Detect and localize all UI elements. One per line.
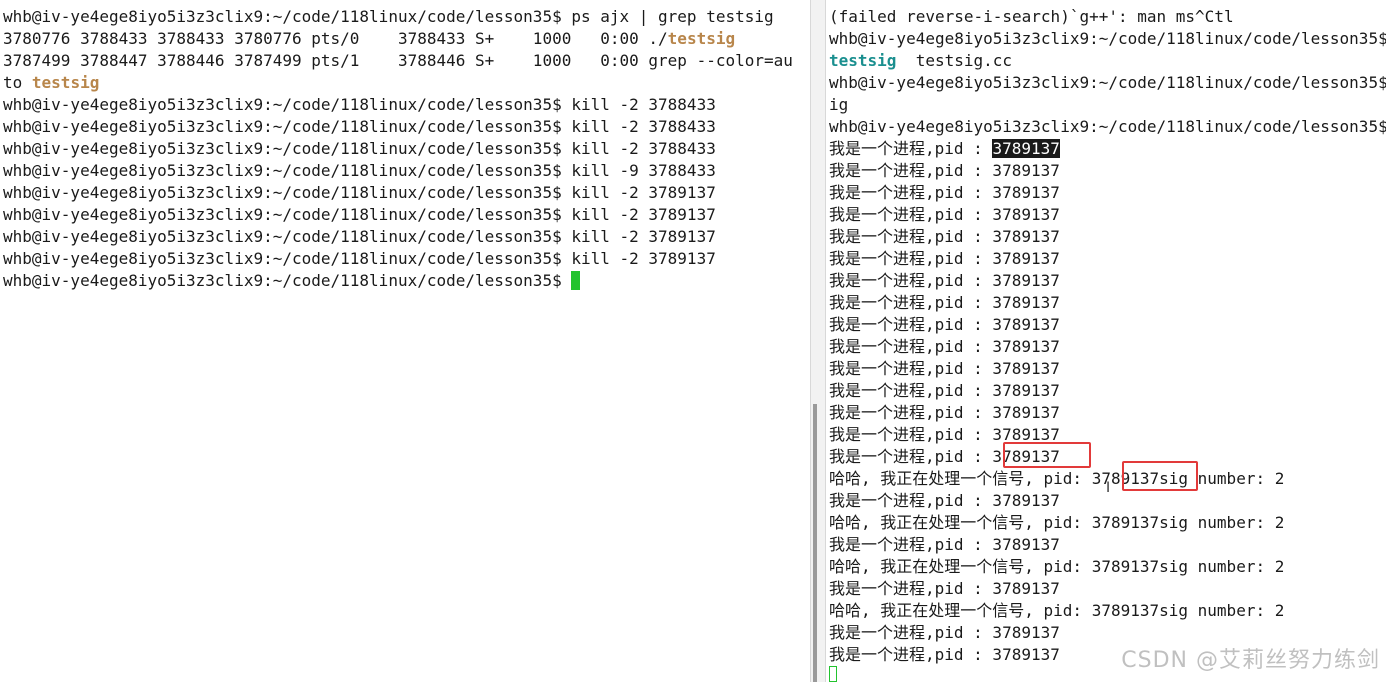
output-line: 我是一个进程,pid : 3789137	[829, 292, 1386, 314]
line-text: 我是一个进程,pid : 3789137	[829, 293, 1060, 312]
output-line: 我是一个进程,pid : 3789137	[829, 270, 1386, 292]
prompt-line: whb@iv-ye4ege8iyo5i3z3clix9:~/code/118li…	[3, 270, 793, 292]
line-text: ig	[829, 95, 849, 114]
line-text: 我是一个进程,pid : 3789137	[829, 425, 1060, 444]
output-line: 哈哈, 我正在处理一个信号, pid: 3789137sig number: 2	[829, 512, 1386, 534]
scrollbar-thumb[interactable]	[813, 404, 817, 682]
line-text: 我是一个进程,pid : 3789137	[829, 337, 1060, 356]
output-line: 我是一个进程,pid : 3789137	[829, 336, 1386, 358]
line-text: 我是一个进程,pid : 3789137	[829, 271, 1060, 290]
terminal-line: ig	[829, 94, 1386, 116]
line-text: 我是一个进程,pid : 3789137	[829, 183, 1060, 202]
output-line: 我是一个进程,pid : 3789137	[829, 578, 1386, 600]
output-line: 我是一个进程,pid : 3789137	[829, 314, 1386, 336]
output-line: 我是一个进程,pid : 3789137	[829, 160, 1386, 182]
terminal-line: whb@iv-ye4ege8iyo5i3z3clix9:~/code/118li…	[3, 182, 793, 204]
line-text: 我是一个进程,pid : 3789137	[829, 205, 1060, 224]
line-text: whb@iv-ye4ege8iyo5i3z3clix9:~/code/118li…	[3, 249, 716, 268]
line-text: whb@iv-ye4ege8iyo5i3z3clix9:~/code/118li…	[3, 183, 716, 202]
left-terminal-output: whb@iv-ye4ege8iyo5i3z3clix9:~/code/118li…	[3, 6, 793, 292]
line-text: 我是一个进程,pid : 3789137	[829, 623, 1060, 642]
line-text: 我是一个进程,pid : 3789137	[829, 535, 1060, 554]
terminal-line: whb@iv-ye4ege8iyo5i3z3clix9:~/code/118li…	[3, 116, 793, 138]
line-text: 我是一个进程,pid : 3789137	[829, 579, 1060, 598]
output-line: 我是一个进程,pid : 3789137	[829, 446, 1386, 468]
line-text: whb@iv-ye4ege8iyo5i3z3clix9:~/code/118li…	[829, 117, 1386, 136]
output-line: 哈哈, 我正在处理一个信号, pid: 3789137sig number: 2	[829, 600, 1386, 622]
line-text: (failed reverse-i-search)`g++': man ms^C…	[829, 7, 1234, 26]
line-text: 我是一个进程,pid : 3789137	[829, 227, 1060, 246]
terminal-line: 3780776 3788433 3788433 3780776 pts/0 37…	[3, 28, 793, 50]
output-line: 我是一个进程,pid : 3789137	[829, 226, 1386, 248]
terminal-cursor-inactive	[829, 666, 837, 682]
line-text: 我是一个进程,pid : 3789137	[829, 645, 1060, 664]
left-terminal[interactable]: whb@iv-ye4ege8iyo5i3z3clix9:~/code/118li…	[0, 0, 810, 682]
terminal-line: whb@iv-ye4ege8iyo5i3z3clix9:~/code/118li…	[3, 226, 793, 248]
line-text: 我是一个进程,pid : 3789137	[829, 315, 1060, 334]
output-line: 我是一个进程,pid : 3789137	[829, 424, 1386, 446]
executable-name: testsig	[829, 51, 897, 70]
right-terminal[interactable]: (failed reverse-i-search)`g++': man ms^C…	[826, 0, 1386, 682]
line-text: whb@iv-ye4ege8iyo5i3z3clix9:~/code/118li…	[3, 7, 774, 26]
prompt-text: whb@iv-ye4ege8iyo5i3z3clix9:~/code/118li…	[3, 271, 572, 290]
terminal-cursor	[571, 271, 581, 290]
terminal-line: to testsig	[3, 72, 793, 94]
grep-match: testsig	[667, 29, 736, 48]
line-text: 我是一个进程,pid : 3789137	[829, 381, 1060, 400]
line-text: 哈哈, 我正在处理一个信号, pid: 3789137sig number: 2	[829, 601, 1285, 620]
output-line: 哈哈, 我正在处理一个信号, pid: 3789137sig number: 2	[829, 556, 1386, 578]
selected-pid: 3789137	[992, 139, 1060, 158]
line-text: 我是一个进程,pid : 3789137	[829, 249, 1060, 268]
line-text: 我是一个进程,pid : 3789137	[829, 161, 1060, 180]
line-text: whb@iv-ye4ege8iyo5i3z3clix9:~/code/118li…	[3, 161, 716, 180]
terminal-line: (failed reverse-i-search)`g++': man ms^C…	[829, 6, 1386, 28]
output-line: 我是一个进程,pid : 3789137	[829, 358, 1386, 380]
line-text: whb@iv-ye4ege8iyo5i3z3clix9:~/code/118li…	[3, 227, 716, 246]
terminal-line: whb@iv-ye4ege8iyo5i3z3clix9:~/code/118li…	[3, 138, 793, 160]
right-terminal-output: (failed reverse-i-search)`g++': man ms^C…	[829, 6, 1386, 666]
line-text: whb@iv-ye4ege8iyo5i3z3clix9:~/code/118li…	[3, 117, 716, 136]
terminal-line: whb@iv-ye4ege8iyo5i3z3clix9:~/code/118li…	[3, 94, 793, 116]
line-text: whb@iv-ye4ege8iyo5i3z3clix9:~/code/118li…	[3, 205, 716, 224]
terminal-line: whb@iv-ye4ege8iyo5i3z3clix9:~/code/118li…	[3, 6, 793, 28]
line-text: 我是一个进程,pid : 3789137	[829, 403, 1060, 422]
output-line: 我是一个进程,pid : 3789137	[829, 380, 1386, 402]
line-text: 我是一个进程,pid : 3789137	[829, 491, 1060, 510]
grep-match: testsig	[31, 73, 100, 92]
line-text: 哈哈, 我正在处理一个信号, pid: 3789137sig number: 2	[829, 557, 1285, 576]
line-text: 3780776 3788433 3788433 3780776 pts/0 37…	[3, 29, 668, 48]
output-line: 我是一个进程,pid : 3789137	[829, 534, 1386, 556]
terminal-line: whb@iv-ye4ege8iyo5i3z3clix9:~/code/118li…	[3, 160, 793, 182]
terminal-line: whb@iv-ye4ege8iyo5i3z3clix9:~/code/118li…	[3, 204, 793, 226]
output-line: 我是一个进程,pid : 3789137	[829, 402, 1386, 424]
line-text: whb@iv-ye4ege8iyo5i3z3clix9:~/code/118li…	[829, 73, 1386, 92]
terminal-line: testsig testsig.cc	[829, 50, 1386, 72]
terminal-line: whb@iv-ye4ege8iyo5i3z3clix9:~/code/118li…	[829, 28, 1386, 50]
text-cursor-icon: I	[1106, 480, 1111, 496]
output-line: 我是一个进程,pid : 3789137	[829, 204, 1386, 226]
output-line: 我是一个进程,pid : 3789137	[829, 248, 1386, 270]
terminal-line: whb@iv-ye4ege8iyo5i3z3clix9:~/code/118li…	[829, 72, 1386, 94]
line-text: 哈哈, 我正在处理一个信号, pid: 3789137sig number: 2	[829, 469, 1285, 488]
watermark: CSDN @艾莉丝努力练剑	[1121, 648, 1380, 673]
output-line: 我是一个进程,pid : 3789137	[829, 138, 1386, 160]
line-text: 我是一个进程,pid :	[829, 139, 993, 158]
terminal-line: whb@iv-ye4ege8iyo5i3z3clix9:~/code/118li…	[3, 248, 793, 270]
line-text: whb@iv-ye4ege8iyo5i3z3clix9:~/code/118li…	[3, 95, 716, 114]
line-text: whb@iv-ye4ege8iyo5i3z3clix9:~/code/118li…	[3, 139, 716, 158]
output-line: 我是一个进程,pid : 3789137	[829, 622, 1386, 644]
line-text: to	[3, 73, 32, 92]
line-text: 3787499 3788447 3788446 3787499 pts/1 37…	[3, 51, 793, 70]
line-text: whb@iv-ye4ege8iyo5i3z3clix9:~/code/118li…	[829, 29, 1386, 48]
terminal-line: whb@iv-ye4ege8iyo5i3z3clix9:~/code/118li…	[829, 116, 1386, 138]
terminal-line: 3787499 3788447 3788446 3787499 pts/1 37…	[3, 50, 793, 72]
line-text: 我是一个进程,pid : 3789137	[829, 447, 1060, 466]
line-text: testsig.cc	[896, 51, 1013, 70]
line-text: 哈哈, 我正在处理一个信号, pid: 3789137sig number: 2	[829, 513, 1285, 532]
output-line: 我是一个进程,pid : 3789137	[829, 182, 1386, 204]
line-text: 我是一个进程,pid : 3789137	[829, 359, 1060, 378]
